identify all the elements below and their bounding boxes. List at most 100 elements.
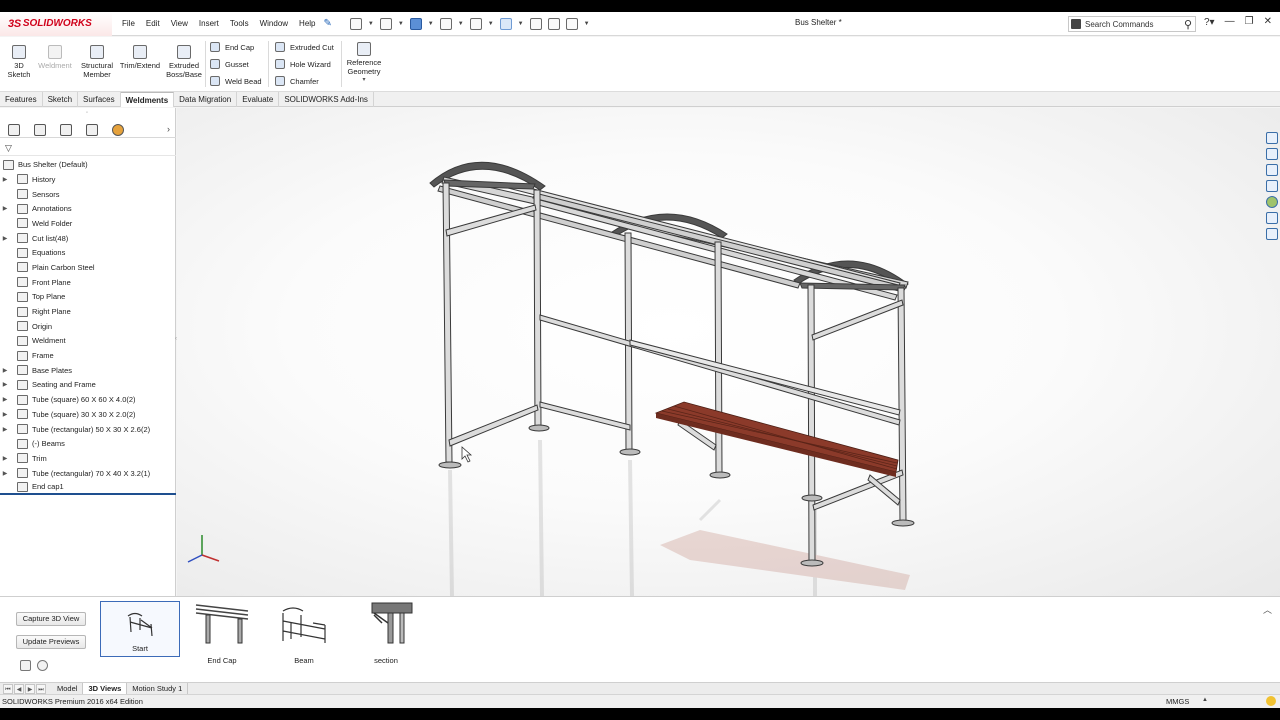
rebuild-status-icon[interactable] [1266, 696, 1276, 706]
solidworks-logo[interactable]: 3S SOLIDWORKS [0, 11, 112, 36]
tree-item[interactable]: Front Plane [0, 275, 176, 290]
tree-item[interactable]: Weldment [0, 334, 176, 349]
tree-item[interactable]: ▶ Tube (rectangular) 50 X 30 X 2.6(2) [0, 422, 176, 437]
tab-surfaces[interactable]: Surfaces [78, 92, 121, 107]
search-commands-box[interactable]: Search Commands ⚲ [1068, 16, 1196, 32]
expand-arrow-icon[interactable]: ▶ [0, 455, 10, 462]
end-cap-button[interactable]: End Cap [210, 42, 254, 52]
custom-properties-icon[interactable] [1266, 212, 1278, 224]
structural-member-button[interactable]: Structural Member [78, 45, 116, 79]
next-tab-icon[interactable]: ▶ [25, 683, 35, 694]
appearances-icon[interactable] [1266, 196, 1278, 208]
tree-item[interactable]: Frame [0, 348, 176, 363]
forum-icon[interactable] [1266, 228, 1278, 240]
menu-file[interactable]: File [122, 19, 135, 28]
tree-item[interactable]: Right Plane [0, 304, 176, 319]
chevron-right-icon[interactable]: › [167, 124, 170, 134]
tree-item[interactable]: Plain Carbon Steel [0, 260, 176, 275]
configurationmanager-tab-icon[interactable] [60, 123, 72, 136]
menu-edit[interactable]: Edit [146, 19, 160, 28]
propertymanager-tab-icon[interactable] [34, 123, 46, 136]
menu-window[interactable]: Window [260, 19, 288, 28]
menu-view[interactable]: View [171, 19, 188, 28]
expand-arrow-icon[interactable]: ▶ [0, 426, 10, 433]
tree-filter[interactable]: ▽ [0, 140, 176, 156]
close-window-icon[interactable]: ✕ [1264, 16, 1272, 27]
print-icon[interactable] [439, 17, 452, 30]
bottom-tab-motion-study-1[interactable]: Motion Study 1 [127, 683, 189, 694]
reference-geometry-dropdown-icon[interactable]: ▾ [345, 76, 383, 85]
undo-icon[interactable] [469, 17, 482, 30]
expand-arrow-icon[interactable]: ▶ [0, 205, 10, 212]
tab-evaluate[interactable]: Evaluate [237, 92, 280, 107]
expand-arrow-icon[interactable]: ▶ [0, 411, 10, 418]
home-icon[interactable] [1266, 132, 1278, 144]
select-icon[interactable] [499, 17, 512, 30]
tree-item[interactable]: Weld Folder [0, 216, 176, 231]
weld-bead-button[interactable]: Weld Bead [210, 76, 262, 86]
extruded-boss-button[interactable]: Extruded Boss/Base [165, 45, 203, 79]
tree-item[interactable]: ▶ Annotations [0, 201, 176, 216]
expand-arrow-icon[interactable]: ▶ [0, 235, 10, 242]
options-icon[interactable] [565, 17, 578, 30]
gusset-button[interactable]: Gusset [210, 59, 249, 69]
dimxpert-tab-icon[interactable] [86, 123, 98, 136]
tree-root[interactable]: Bus Shelter (Default) [0, 157, 176, 172]
undo-dropdown-icon[interactable]: ▼ [488, 21, 494, 27]
tab-data-migration[interactable]: Data Migration [174, 92, 238, 107]
weldment-button[interactable]: Weldment [36, 45, 74, 70]
tree-item[interactable]: ▶ History [0, 172, 176, 187]
first-tab-icon[interactable]: ⏮ [3, 683, 13, 694]
save-dropdown-icon[interactable]: ▼ [428, 21, 434, 27]
restore-window-icon[interactable]: ❐ [1245, 16, 1254, 27]
tab-features[interactable]: Features [0, 92, 43, 107]
tree-item[interactable]: Origin [0, 319, 176, 334]
tree-item[interactable]: Sensors [0, 187, 176, 202]
panel-grip-icon[interactable]: ◦ [86, 110, 88, 116]
tree-item[interactable]: ▶ Seating and Frame [0, 378, 176, 393]
trim-extend-button[interactable]: Trim/Extend [119, 45, 161, 70]
minimize-window-icon[interactable]: — [1225, 16, 1235, 27]
prev-tab-icon[interactable]: ◀ [14, 683, 24, 694]
unit-system[interactable]: MMGS [1166, 697, 1189, 706]
tab-sketch[interactable]: Sketch [43, 92, 79, 107]
new-document-icon[interactable] [349, 17, 362, 30]
tree-item[interactable]: ▶ Trim [0, 451, 176, 466]
new-dropdown-icon[interactable]: ▼ [368, 21, 374, 27]
print-dropdown-icon[interactable]: ▼ [458, 21, 464, 27]
file-properties-icon[interactable] [547, 17, 560, 30]
expand-arrow-icon[interactable]: ▶ [0, 381, 10, 388]
view-thumbnail-section[interactable]: section [346, 601, 426, 665]
bottom-tab-3d-views[interactable]: 3D Views [83, 683, 128, 694]
display-manager-tab-icon[interactable] [112, 123, 124, 136]
tab-solidworks-add-ins[interactable]: SOLIDWORKS Add-Ins [279, 92, 374, 107]
design-library-icon[interactable] [1266, 148, 1278, 160]
menu-insert[interactable]: Insert [199, 19, 219, 28]
help-icon[interactable]: ?▾ [1204, 17, 1215, 28]
tree-item[interactable]: End cap1 [0, 480, 176, 496]
reference-geometry-button[interactable]: Reference Geometry ▾ [345, 42, 383, 85]
filter-icon[interactable]: ▽ [5, 143, 12, 154]
tree-item[interactable]: Equations [0, 245, 176, 260]
tab-weldments[interactable]: Weldments [120, 92, 175, 107]
featuremanager-tab-icon[interactable] [8, 123, 20, 136]
menu-help[interactable]: Help [299, 19, 315, 28]
select-dropdown-icon[interactable]: ▼ [518, 21, 524, 27]
rebuild-icon[interactable] [529, 17, 542, 30]
bottom-tab-model[interactable]: Model [52, 683, 84, 694]
tree-item[interactable]: Top Plane [0, 290, 176, 305]
menu-tools[interactable]: Tools [230, 19, 249, 28]
expand-arrow-icon[interactable]: ▶ [0, 176, 10, 183]
pin-icon[interactable]: ✎ [324, 18, 332, 29]
tree-item[interactable]: ▶ Cut list(48) [0, 231, 176, 246]
view-palette-icon[interactable] [1266, 180, 1278, 192]
expand-arrow-icon[interactable]: ▶ [0, 396, 10, 403]
unit-system-dropdown-icon[interactable]: ▲ [1202, 697, 1208, 703]
hole-wizard-button[interactable]: Hole Wizard [275, 59, 331, 69]
collapse-panel-icon[interactable]: ︿ [1263, 603, 1272, 616]
view-thumbnail-beam[interactable]: Beam [264, 601, 344, 665]
tree-item[interactable]: ▶ Tube (square) 30 X 30 X 2.0(2) [0, 407, 176, 422]
open-dropdown-icon[interactable]: ▼ [398, 21, 404, 27]
tree-item[interactable]: (-) Beams [0, 436, 176, 451]
graphics-area[interactable]: ▼ ▼ ▼ ▼ ▼ ▭ ▯ — ❐ ✕ [177, 108, 1280, 596]
